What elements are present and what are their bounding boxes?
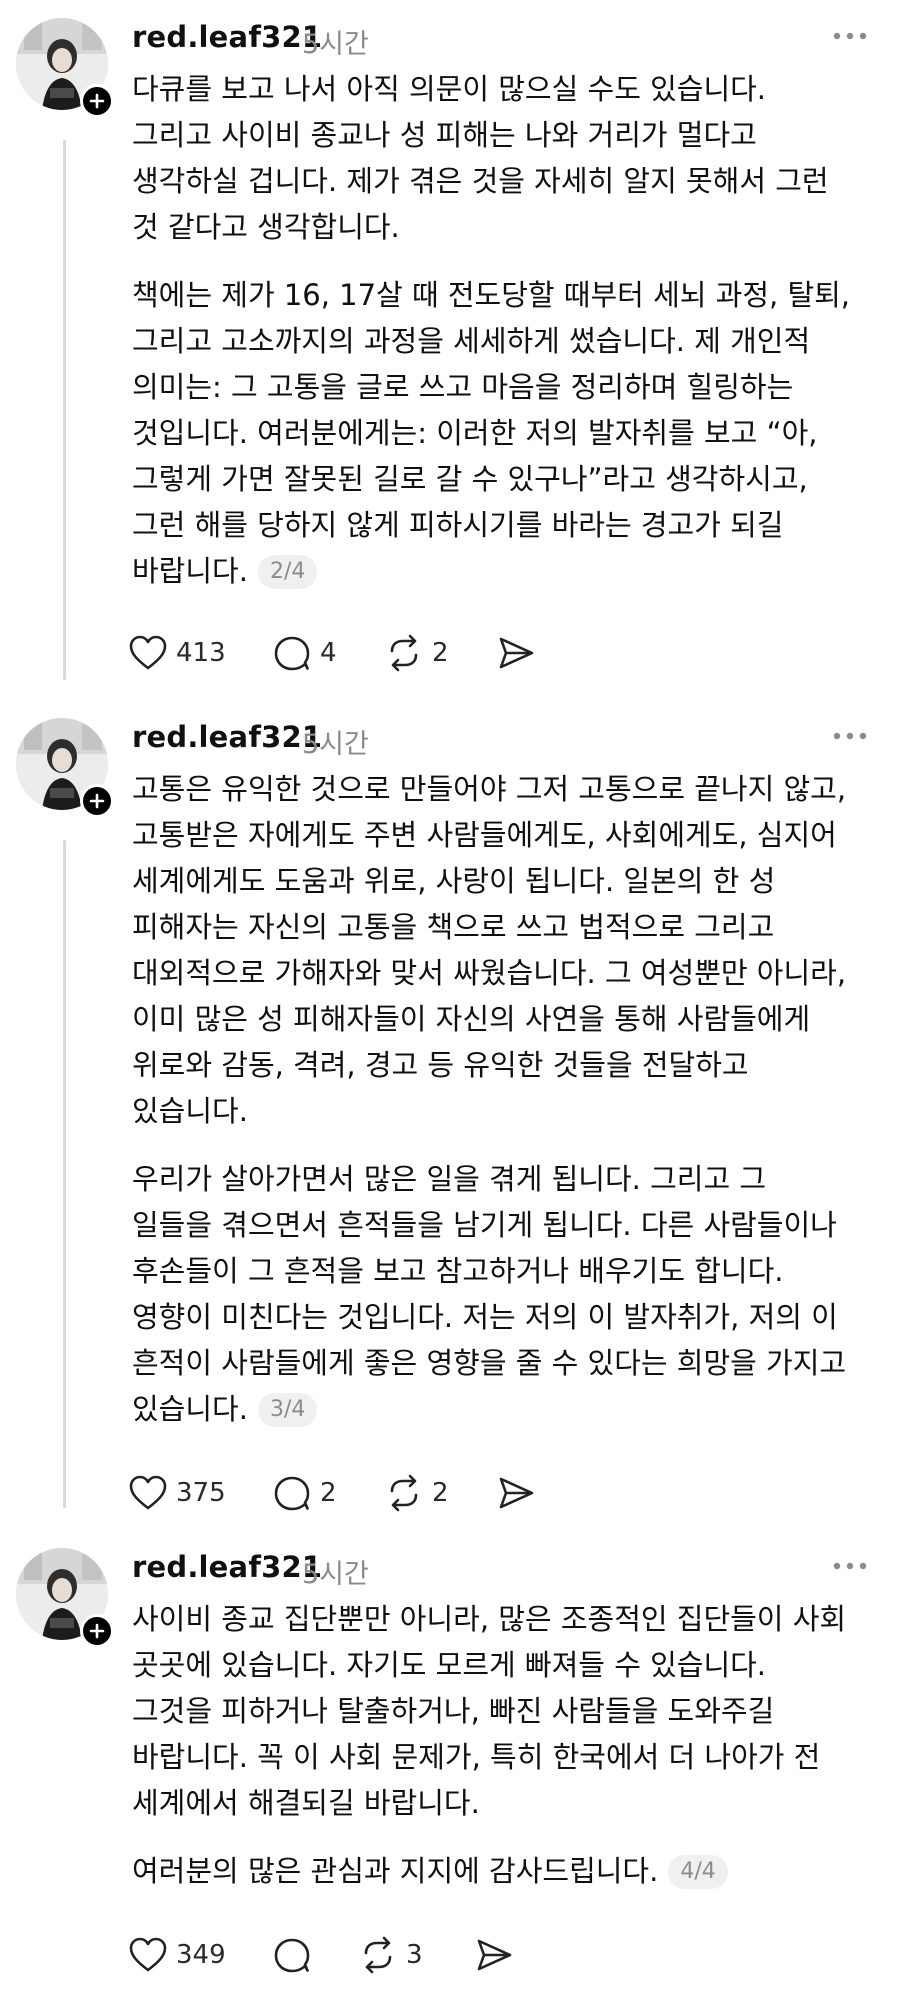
repost-count: 3 xyxy=(406,1940,423,1970)
follow-button[interactable] xyxy=(80,1614,114,1648)
like-button[interactable]: 349 xyxy=(128,1930,226,1980)
post-body: 다큐를 보고 나서 아직 의문이 많으실 수도 있습니다. 그리고 사이비 종교… xyxy=(132,66,884,594)
reply-button[interactable]: 4 xyxy=(272,628,337,678)
post-time: 5시간 xyxy=(302,729,369,760)
post-paragraph-text: 여러분의 많은 관심과 지지에 감사드립니다. xyxy=(132,1854,659,1888)
thread-line xyxy=(63,140,66,680)
post-body: 사이비 종교 집단뿐만 아니라, 많은 조종적인 집단들이 사회 곳곳에 있습니… xyxy=(132,1596,884,1894)
send-icon xyxy=(477,1939,512,1971)
comment-icon xyxy=(274,636,310,671)
post-paragraph: 고통은 유익한 것으로 만들어야 그저 고통으로 끝나지 않고, 고통받은 자에… xyxy=(132,772,847,1128)
comment-icon xyxy=(274,1938,310,1973)
thread-post-1: red.leaf321 5시간 다큐를 보고 나서 아직 의문이 많으실 수도 … xyxy=(0,0,900,700)
post-body: 고통은 유익한 것으로 만들어야 그저 고통으로 끝나지 않고, 고통받은 자에… xyxy=(132,766,884,1432)
like-count: 349 xyxy=(176,1940,226,1970)
action-bar: 413 4 2 xyxy=(128,628,728,678)
more-dots-icon xyxy=(833,1562,867,1570)
like-count: 375 xyxy=(176,1478,226,1508)
repost-button[interactable]: 2 xyxy=(384,1468,449,1518)
reply-count: 4 xyxy=(320,638,337,668)
reply-button[interactable]: 2 xyxy=(272,1468,337,1518)
share-button[interactable] xyxy=(474,1930,514,1980)
action-bar: 375 2 2 xyxy=(128,1468,728,1518)
plus-icon xyxy=(89,93,105,109)
more-dots-icon xyxy=(833,32,867,40)
like-count: 413 xyxy=(176,638,226,668)
comment-icon xyxy=(274,1476,310,1511)
repost-count: 2 xyxy=(432,1478,449,1508)
post-paragraph: 우리가 살아가면서 많은 일을 겪게 됩니다. 그리고 그 일들을 겪으면서 흔… xyxy=(132,1156,884,1432)
more-dots-icon xyxy=(833,732,867,740)
username[interactable]: red.leaf321 xyxy=(132,20,322,54)
heart-icon xyxy=(129,1475,167,1510)
thread-counter-badge: 2/4 xyxy=(257,555,318,589)
repost-button[interactable]: 2 xyxy=(384,628,449,678)
action-bar: 349 3 xyxy=(128,1930,728,1980)
thread-counter-badge: 3/4 xyxy=(257,1393,318,1427)
post-time: 5시간 xyxy=(302,1559,369,1590)
post-paragraph: 사이비 종교 집단뿐만 아니라, 많은 조종적인 집단들이 사회 곳곳에 있습니… xyxy=(132,1602,847,1820)
share-button[interactable] xyxy=(496,1468,536,1518)
send-icon xyxy=(499,637,534,669)
thread-post-2: red.leaf321 5시간 고통은 유익한 것으로 만들어야 그저 고통으로… xyxy=(0,700,900,1530)
post-paragraph: 책에는 제가 16, 17살 때 전도당할 때부터 세뇌 과정, 탈퇴, 그리고… xyxy=(132,272,884,594)
heart-icon xyxy=(129,1937,167,1972)
post-paragraph: 다큐를 보고 나서 아직 의문이 많으실 수도 있습니다. 그리고 사이비 종교… xyxy=(132,72,829,244)
repost-button[interactable]: 3 xyxy=(358,1930,423,1980)
post-paragraph-text: 우리가 살아가면서 많은 일을 겪게 됩니다. 그리고 그 일들을 겪으면서 흔… xyxy=(132,1162,847,1426)
username[interactable]: red.leaf321 xyxy=(132,1550,322,1584)
thread-post-3: red.leaf321 5시간 사이비 종교 집단뿐만 아니라, 많은 조종적인… xyxy=(0,1530,900,2010)
plus-icon xyxy=(89,793,105,809)
thread-line xyxy=(63,840,66,1508)
repost-icon xyxy=(390,634,418,672)
like-button[interactable]: 413 xyxy=(128,628,226,678)
like-button[interactable]: 375 xyxy=(128,1468,226,1518)
reply-count: 2 xyxy=(320,1478,337,1508)
post-time: 5시간 xyxy=(302,29,369,60)
repost-icon xyxy=(364,1936,392,1974)
share-button[interactable] xyxy=(496,628,536,678)
plus-icon xyxy=(89,1623,105,1639)
heart-icon xyxy=(129,635,167,670)
more-button[interactable] xyxy=(828,718,872,754)
repost-count: 2 xyxy=(432,638,449,668)
send-icon xyxy=(499,1477,534,1509)
username[interactable]: red.leaf321 xyxy=(132,720,322,754)
more-button[interactable] xyxy=(828,18,872,54)
more-button[interactable] xyxy=(828,1548,872,1584)
follow-button[interactable] xyxy=(80,784,114,818)
thread-counter-badge: 4/4 xyxy=(668,1855,728,1889)
post-paragraph: 여러분의 많은 관심과 지지에 감사드립니다. 4/4 xyxy=(132,1848,884,1894)
post-paragraph-text: 책에는 제가 16, 17살 때 전도당할 때부터 세뇌 과정, 탈퇴, 그리고… xyxy=(132,278,851,588)
repost-icon xyxy=(390,1474,418,1512)
reply-button[interactable] xyxy=(272,1930,320,1980)
follow-button[interactable] xyxy=(80,84,114,118)
